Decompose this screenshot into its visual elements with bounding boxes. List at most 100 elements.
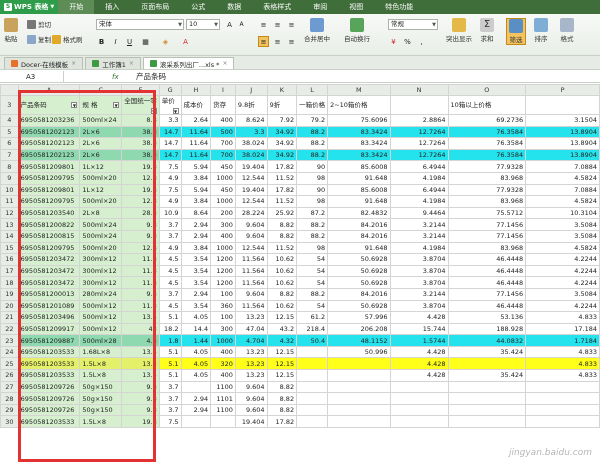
cell[interactable]: 17.82 (266, 183, 298, 197)
cell[interactable]: 4.428 (389, 311, 449, 324)
cell[interactable]: 6950581209726 (17, 403, 81, 417)
cell[interactable]: 4.32 (266, 334, 298, 347)
cell[interactable]: 11.64 (180, 148, 212, 162)
align-middle-icon[interactable]: ≡ (272, 19, 283, 30)
cell[interactable]: 6950581201089 (17, 299, 81, 313)
cell[interactable]: 6950581209887 (17, 334, 81, 347)
cell[interactable]: 3.3 (158, 114, 182, 127)
column-header[interactable]: M (327, 84, 391, 96)
cell[interactable]: 500ml×20 (79, 171, 123, 185)
row-header[interactable]: 8 (0, 160, 19, 173)
cell[interactable]: 2L×6 (79, 125, 123, 139)
cell[interactable]: 7.5 (158, 183, 182, 197)
cell[interactable]: 77.1456 (447, 287, 527, 301)
cell[interactable]: 11.52 (266, 171, 298, 185)
cell[interactable]: 5.1 (158, 311, 182, 324)
cell[interactable]: 4.2244 (525, 276, 600, 289)
cell[interactable]: 6950581203533 (17, 357, 81, 371)
cell[interactable]: 85.6008 (327, 160, 391, 173)
number-format-select[interactable]: 常规 ▼ (388, 19, 438, 30)
cell[interactable]: 6950581203533 (17, 345, 81, 359)
cell[interactable]: 11.564 (234, 276, 268, 289)
cell[interactable]: 2L×6 (79, 148, 123, 162)
cell[interactable]: 19.8 (121, 415, 160, 429)
font-name-select[interactable]: 宋体 ▼ (96, 19, 184, 30)
cell[interactable]: 17.82 (266, 160, 298, 173)
cell[interactable]: 4.2244 (525, 299, 600, 313)
cell[interactable]: 83.3424 (327, 137, 391, 150)
cell[interactable]: 50.6928 (327, 299, 391, 313)
cell[interactable] (296, 380, 329, 394)
cell[interactable]: 17.82 (266, 415, 298, 429)
cell[interactable]: 77.1456 (447, 218, 527, 231)
cell[interactable]: 77.9328 (447, 160, 527, 173)
cell[interactable]: 4.1984 (389, 195, 449, 208)
cell[interactable] (447, 415, 527, 429)
cell[interactable]: 500 (210, 125, 236, 139)
cell[interactable] (447, 380, 527, 394)
cell[interactable]: 8.8 (121, 114, 160, 127)
cell[interactable]: 9.604 (234, 229, 268, 243)
cell[interactable]: 10.3104 (525, 206, 600, 220)
cell[interactable]: 9.604 (234, 403, 268, 417)
cell[interactable]: 1000 (210, 241, 236, 255)
header-cell[interactable]: 9折 (266, 95, 298, 115)
format-painter-button[interactable]: 格式刷 (52, 34, 83, 44)
cell[interactable]: 1.5L×8 (79, 415, 123, 429)
cell[interactable] (525, 392, 600, 405)
cell[interactable]: 34.92 (266, 125, 298, 139)
cell[interactable]: 1200 (210, 253, 236, 266)
cell[interactable]: 450 (210, 160, 236, 173)
row-header[interactable]: 23 (0, 334, 19, 347)
cell[interactable]: 3.2144 (389, 218, 449, 231)
cell[interactable]: 4.5 (158, 299, 182, 313)
cell[interactable]: 4.05 (180, 357, 212, 371)
cell[interactable] (389, 380, 449, 394)
cell[interactable]: 88.2 (296, 125, 329, 139)
filter-dropdown-icon[interactable]: ▼ (150, 108, 157, 114)
cell[interactable]: 4.2244 (525, 264, 600, 278)
cell[interactable]: 17.184 (525, 322, 600, 336)
decrease-font-icon[interactable]: A (236, 19, 247, 30)
cell[interactable]: 14.7 (158, 137, 182, 150)
cell[interactable]: 4.8 (121, 334, 160, 347)
cell[interactable]: 3.1504 (525, 114, 600, 127)
row-header[interactable]: 9 (0, 171, 19, 185)
cell[interactable]: 12.8 (121, 171, 160, 185)
cell[interactable]: 1.5L×8 (79, 357, 123, 371)
cell[interactable]: 2L×8 (79, 206, 123, 220)
row-header[interactable]: 21 (0, 311, 19, 324)
cell[interactable]: 3.7 (158, 218, 182, 231)
app-menu-button[interactable]: S WPS 表格 ▼ (0, 0, 59, 14)
row-header[interactable]: 30 (0, 415, 19, 429)
cell[interactable] (327, 369, 391, 382)
cell[interactable]: 400 (210, 114, 236, 127)
fx-icon[interactable]: fx (112, 71, 119, 83)
cell[interactable]: 83.3424 (327, 125, 391, 139)
cell[interactable]: 43.2 (266, 322, 298, 336)
cell[interactable] (327, 415, 391, 429)
cell[interactable]: 188.928 (447, 322, 527, 336)
cell[interactable] (525, 380, 600, 394)
cell[interactable]: 13.23 (234, 345, 268, 359)
cell[interactable]: 77.1456 (447, 229, 527, 243)
cell[interactable]: 4.5824 (525, 171, 600, 185)
cell[interactable]: 88.2 (296, 229, 329, 243)
cell[interactable]: 4.833 (525, 345, 600, 359)
tab-0[interactable]: Docer-在线模板 × (4, 57, 84, 69)
cell[interactable]: 4.05 (180, 369, 212, 382)
cell[interactable]: 500ml×24 (79, 218, 123, 231)
cell[interactable]: 6950581209917 (17, 322, 81, 336)
cell[interactable]: 4.9 (158, 195, 182, 208)
cell[interactable]: 90 (296, 183, 329, 197)
increase-font-icon[interactable]: A (224, 19, 235, 30)
cell[interactable]: 10.62 (266, 253, 298, 266)
cell[interactable]: 91.648 (327, 195, 391, 208)
header-cell[interactable]: 单价 ▼ (158, 95, 182, 115)
cell[interactable]: 300 (210, 322, 236, 336)
corner-select-all[interactable] (0, 84, 19, 96)
format-button[interactable]: 格式 (560, 18, 574, 43)
cell[interactable]: 12.15 (266, 311, 298, 324)
row-header[interactable]: 19 (0, 287, 19, 301)
cell[interactable]: 19.8 (121, 183, 160, 197)
